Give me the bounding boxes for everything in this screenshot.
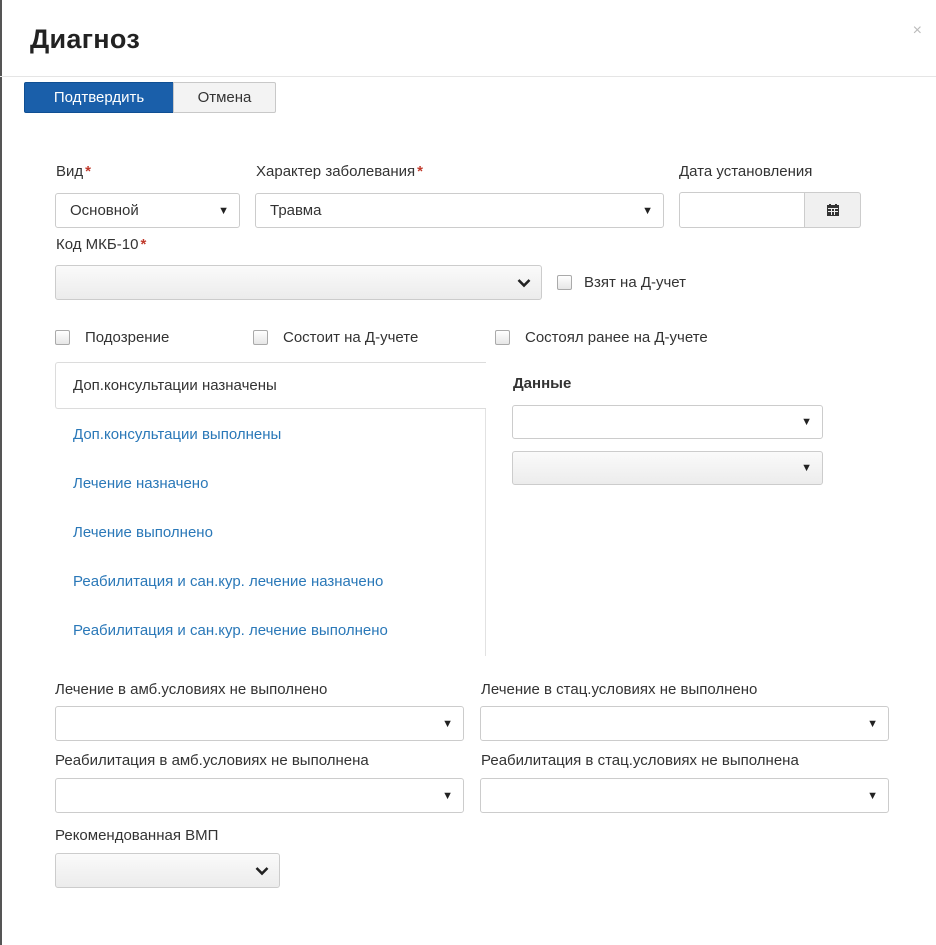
stat-rehab-label: Реабилитация в стац.условиях не выполнен… (481, 752, 799, 769)
checkbox-box[interactable] (55, 330, 70, 345)
amb-rehab-select[interactable]: ▼ (55, 778, 464, 813)
header-divider (0, 76, 936, 77)
data-heading: Данные (513, 375, 572, 392)
data-select-2[interactable]: ▼ (512, 451, 823, 485)
amb-treatment-label: Лечение в амб.условиях не выполнено (55, 681, 328, 698)
calendar-icon (826, 204, 839, 216)
mkb-select[interactable] (55, 265, 542, 300)
close-icon[interactable]: × (913, 22, 922, 40)
stat-treatment-label: Лечение в стац.условиях не выполнено (481, 681, 758, 698)
tab-treatment-assigned[interactable]: Лечение назначено (73, 475, 208, 492)
tab-rehab-assigned[interactable]: Реабилитация и сан.кур. лечение назначен… (73, 573, 383, 590)
data-select-1[interactable]: ▼ (512, 405, 823, 439)
chevron-down-icon (517, 278, 531, 287)
on-d-uchet-checkbox[interactable]: Состоит на Д-учете (253, 329, 418, 346)
required-mark: * (85, 163, 91, 180)
suspicion-checkbox[interactable]: Подозрение (55, 329, 169, 346)
d-uchet-taken-checkbox[interactable]: Взят на Д-учет (557, 274, 686, 291)
required-mark: * (140, 236, 147, 253)
caret-down-icon: ▼ (867, 789, 878, 802)
date-input[interactable] (679, 192, 805, 228)
suspicion-label: Подозрение (85, 329, 170, 346)
date-label: Дата установления (679, 163, 813, 180)
character-label: Характер заболевания * (256, 163, 423, 180)
caret-down-icon: ▼ (218, 204, 229, 217)
window-edge (0, 0, 2, 945)
tab-dop-consult-assigned[interactable]: Доп.консультации назначены (55, 362, 486, 409)
vid-select-value: Основной (70, 202, 139, 219)
tab-treatment-done[interactable]: Лечение выполнено (73, 524, 213, 541)
was-on-d-uchet-label: Состоял ранее на Д-учете (525, 329, 708, 346)
calendar-button[interactable] (805, 192, 861, 228)
caret-down-icon: ▼ (867, 717, 878, 730)
caret-down-icon: ▼ (442, 789, 453, 802)
mkb-label: Код МКБ-10 * (56, 236, 146, 253)
on-d-uchet-label: Состоит на Д-учете (283, 329, 419, 346)
vid-label-text: Вид (56, 163, 84, 180)
checkbox-box[interactable] (557, 275, 572, 290)
character-select[interactable]: Травма ▼ (255, 193, 664, 228)
tab-dop-consult-done[interactable]: Доп.консультации выполнены (73, 426, 281, 443)
dialog-title: Диагноз (30, 24, 141, 54)
checkbox-box[interactable] (253, 330, 268, 345)
d-uchet-taken-label: Взят на Д-учет (584, 274, 687, 291)
character-label-text: Характер заболевания (256, 163, 416, 180)
caret-down-icon: ▼ (801, 462, 812, 474)
vmp-label: Рекомендованная ВМП (55, 827, 219, 844)
stat-treatment-select[interactable]: ▼ (480, 706, 889, 741)
confirm-button[interactable]: Подтвердить (24, 82, 174, 113)
caret-down-icon: ▼ (642, 204, 653, 217)
caret-down-icon: ▼ (801, 416, 812, 428)
vid-label: Вид * (56, 163, 91, 180)
amb-rehab-label: Реабилитация в амб.условиях не выполнена (55, 752, 369, 769)
required-mark: * (417, 163, 424, 180)
vid-select[interactable]: Основной ▼ (55, 193, 240, 228)
checkbox-box[interactable] (495, 330, 510, 345)
was-on-d-uchet-checkbox[interactable]: Состоял ранее на Д-учете (495, 329, 708, 346)
caret-down-icon: ▼ (442, 717, 453, 730)
chevron-down-icon (255, 866, 269, 875)
amb-treatment-select[interactable]: ▼ (55, 706, 464, 741)
character-select-value: Травма (270, 202, 322, 219)
stat-rehab-select[interactable]: ▼ (480, 778, 889, 813)
vmp-select[interactable] (55, 853, 280, 888)
cancel-button[interactable]: Отмена (173, 82, 276, 113)
tab-rehab-done[interactable]: Реабилитация и сан.кур. лечение выполнен… (73, 622, 388, 639)
mkb-label-text: Код МКБ-10 (56, 236, 139, 253)
